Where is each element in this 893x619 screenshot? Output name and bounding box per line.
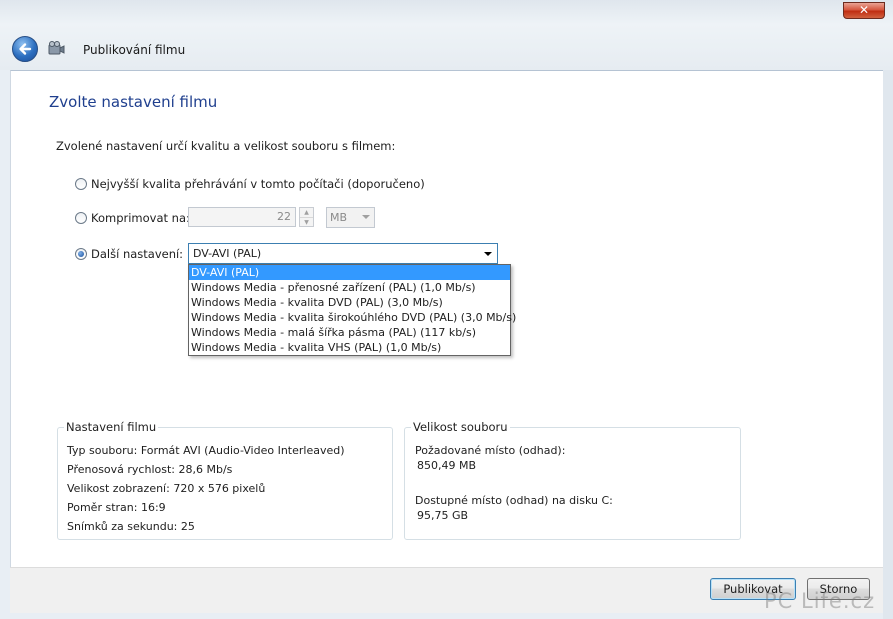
movie-info-line: Snímků za sekundu: 25 xyxy=(67,520,195,533)
window-frame xyxy=(883,70,893,619)
dropdown-option[interactable]: Windows Media - kvalita širokoúhlého DVD… xyxy=(189,310,516,325)
spin-up-icon[interactable]: ▲ xyxy=(300,208,313,218)
movie-info-line: Poměr stran: 16:9 xyxy=(67,501,166,514)
unit-select-value: MB xyxy=(330,211,348,224)
required-space-label: Požadované místo (odhad): xyxy=(415,444,566,457)
intro-text: Zvolené nastavení určí kvalitu a velikos… xyxy=(56,139,396,153)
dropdown-option[interactable]: Windows Media - malá šířka pásma (PAL) (… xyxy=(189,325,510,340)
back-arrow-icon xyxy=(19,43,32,55)
compress-size-input[interactable]: 22 xyxy=(188,207,296,227)
available-space-label: Dostupné místo (odhad) na disku C: xyxy=(415,494,613,507)
movie-maker-icon xyxy=(48,41,65,55)
movie-info-line: Přenosová rychlost: 28,6 Mb/s xyxy=(67,463,233,476)
chevron-down-icon xyxy=(484,252,492,256)
watermark: PC Life.cz xyxy=(764,589,876,613)
combobox-value: DV-AVI (PAL) xyxy=(193,247,262,260)
movie-settings-title: Nastavení filmu xyxy=(64,420,159,434)
dropdown-option[interactable]: Windows Media - kvalita VHS (PAL) (1,0 M… xyxy=(189,340,510,355)
window-title: Publikování filmu xyxy=(83,43,186,57)
compress-size-spinner[interactable]: ▲ ▼ xyxy=(299,207,314,227)
radio-other-settings[interactable] xyxy=(75,248,87,260)
option-compress-label[interactable]: Komprimovat na: xyxy=(91,211,190,225)
radio-best-quality[interactable] xyxy=(75,178,87,190)
spin-down-icon[interactable]: ▼ xyxy=(300,218,313,227)
close-button[interactable]: ✕ xyxy=(843,2,885,19)
other-settings-combobox[interactable]: DV-AVI (PAL) xyxy=(188,243,498,264)
title-bar xyxy=(0,0,893,70)
available-space-value: 95,75 GB xyxy=(417,509,469,522)
required-space-value: 850,49 MB xyxy=(417,459,477,472)
dropdown-option[interactable]: Windows Media - kvalita DVD (PAL) (3,0 M… xyxy=(189,295,510,310)
page-heading: Zvolte nastavení filmu xyxy=(49,93,218,111)
dropdown-option[interactable]: Windows Media - přenosné zařízení (PAL) … xyxy=(189,280,510,295)
movie-info-line: Velikost zobrazení: 720 x 576 pixelů xyxy=(67,482,266,495)
settings-dropdown-list: DV-AVI (PAL) Windows Media - přenosné zař… xyxy=(188,264,516,356)
file-size-title: Velikost souboru xyxy=(411,420,510,434)
dropdown-option[interactable]: DV-AVI (PAL) xyxy=(189,265,510,280)
close-icon: ✕ xyxy=(858,3,870,17)
radio-compress[interactable] xyxy=(75,212,87,224)
chevron-down-icon xyxy=(362,215,370,219)
movie-info-line: Typ souboru: Formát AVI (Audio-Video Int… xyxy=(67,444,345,457)
compress-unit-select[interactable]: MB xyxy=(326,207,375,228)
option-other-settings-label[interactable]: Další nastavení: xyxy=(91,247,183,261)
option-best-quality-label[interactable]: Nejvyšší kvalita přehrávání v tomto počí… xyxy=(91,177,425,191)
back-button[interactable] xyxy=(12,36,38,62)
